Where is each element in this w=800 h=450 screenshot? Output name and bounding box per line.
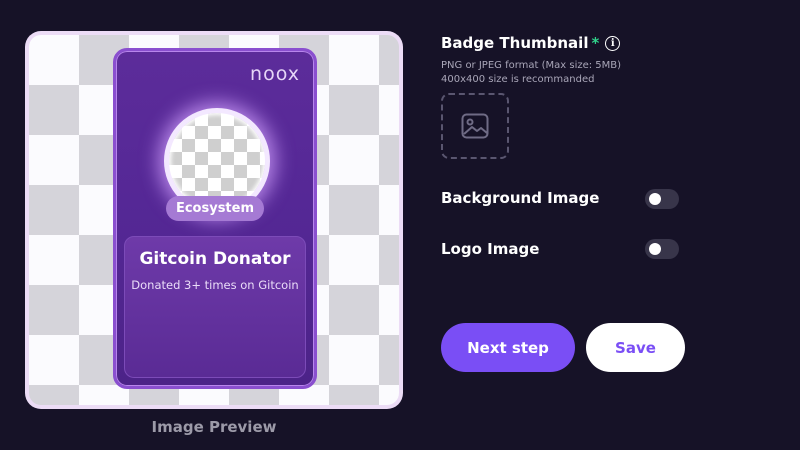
brand-logo: noox: [250, 63, 300, 85]
background-image-label: Background Image: [441, 189, 600, 207]
next-step-button[interactable]: Next step: [441, 323, 575, 372]
badge-title: Gitcoin Donator: [139, 249, 291, 269]
badge-card-preview: noox Ecosystem Gitcoin Donator Donated 3…: [113, 48, 317, 389]
thumbnail-size-hint: 400x400 size is recommanded: [441, 74, 595, 85]
image-icon: [461, 113, 489, 139]
thumbnail-format-hint: PNG or JPEG format (Max size: 5MB): [441, 60, 622, 71]
thumbnail-field-label: Badge Thumbnail * i: [441, 34, 621, 52]
toggle-knob: [649, 243, 661, 255]
save-button[interactable]: Save: [586, 323, 685, 372]
preview-caption: Image Preview: [151, 418, 277, 436]
required-marker: *: [591, 34, 600, 52]
info-icon[interactable]: i: [605, 35, 621, 51]
background-image-toggle[interactable]: [645, 189, 679, 209]
toggle-knob: [649, 193, 661, 205]
badge-description: Donated 3+ times on Gitcoin: [131, 278, 299, 292]
thumbnail-upload-dropzone[interactable]: [441, 93, 509, 159]
thumbnail-label-text: Badge Thumbnail: [441, 34, 589, 52]
logo-image-label: Logo Image: [441, 240, 540, 258]
logo-image-toggle[interactable]: [645, 239, 679, 259]
badge-info-panel: Gitcoin Donator Donated 3+ times on Gitc…: [124, 236, 306, 378]
category-badge: Ecosystem: [166, 196, 264, 221]
